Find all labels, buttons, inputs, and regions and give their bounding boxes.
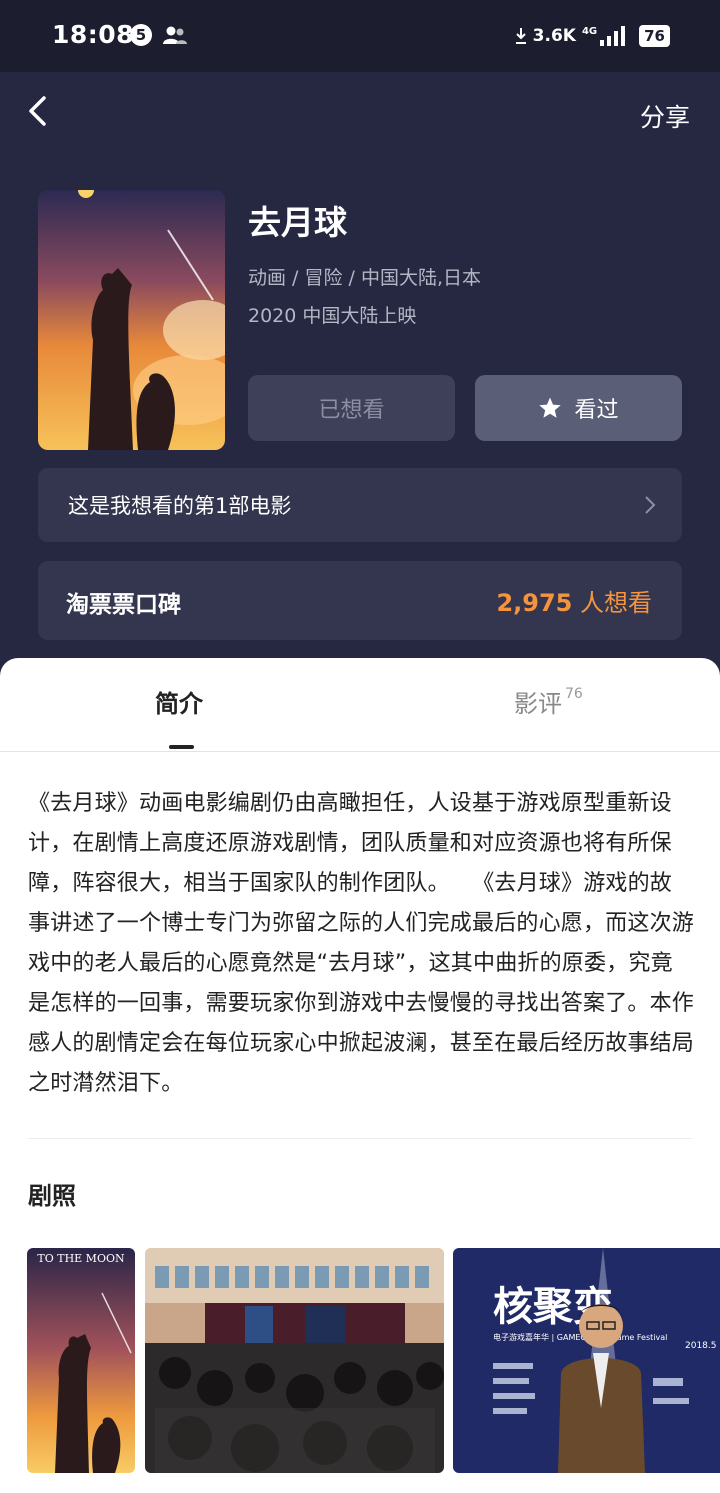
stills-title: 剧照 [28,1182,76,1210]
festival-subtext: 电子游戏嘉年华 | GAMECORES Game Festival [493,1332,667,1342]
movie-release: 2020 中国大陆上映 [248,305,417,327]
still-image-poster[interactable]: TO THE MOON [27,1248,135,1473]
rating-row[interactable]: 淘票票口碑 2,975 人想看 [38,561,682,640]
tab-intro[interactable]: 简介 [155,684,203,719]
want-note-row[interactable]: 这是我想看的第1部电影 [38,468,682,542]
want-to-see-button[interactable]: 已想看 [248,375,455,441]
people-icon [163,26,187,44]
want-count-number: 2,975 [496,589,573,617]
net-speed: 3.6K [532,26,576,46]
want-to-see-label: 已想看 [318,398,385,423]
want-count: 2,975 人想看 [496,583,652,618]
festival-date: 2018.5 [685,1341,717,1351]
still-poster-title: TO THE MOON [37,1252,125,1265]
movie-title: 去月球 [248,203,347,242]
signal-icon [600,26,626,46]
still-image-event-crowd[interactable] [145,1248,444,1473]
section-divider [28,1138,692,1139]
want-count-suffix: 人想看 [580,589,652,617]
tab-reviews[interactable]: 影评 76 [514,684,583,719]
download-icon [515,28,526,44]
status-bar: 18:08 5 3.6K 4G 76 [0,0,720,72]
network-type: 4G [581,25,598,37]
seen-button[interactable]: 看过 [475,375,682,441]
back-button[interactable] [24,94,54,128]
share-button[interactable]: 分享 [640,98,690,134]
status-time: 18:08 [52,20,135,49]
rating-label: 淘票票口碑 [66,592,181,618]
tab-reviews-label: 影评 [514,690,562,718]
want-note-text: 这是我想看的第1部电影 [68,494,292,518]
still-image-festival[interactable]: 核聚变 电子游戏嘉年华 | GAMECORES Game Festival 20… [453,1248,720,1473]
status-right: 3.6K 4G 76 [515,22,670,50]
synopsis-text: 《去月球》动画电影编剧仍由高瞰担任，人设基于游戏原型重新设计，在剧情上高度还原游… [28,791,695,1096]
notification-badge: 5 [130,24,152,46]
content-sheet: 简介 影评 76 《去月球》动画电影编剧仍由高瞰担任，人设基于游戏原型重新设计，在… [0,658,720,1493]
seen-label: 看过 [574,398,619,423]
battery-icon: 76 [639,25,670,47]
reviews-count: 76 [565,686,583,702]
movie-poster[interactable] [38,190,225,450]
star-icon [539,397,562,418]
tab-divider [0,751,720,752]
chevron-right-icon [645,496,656,514]
movie-genres: 动画 / 冒险 / 中国大陆,日本 [248,267,482,289]
tab-indicator [169,745,194,749]
